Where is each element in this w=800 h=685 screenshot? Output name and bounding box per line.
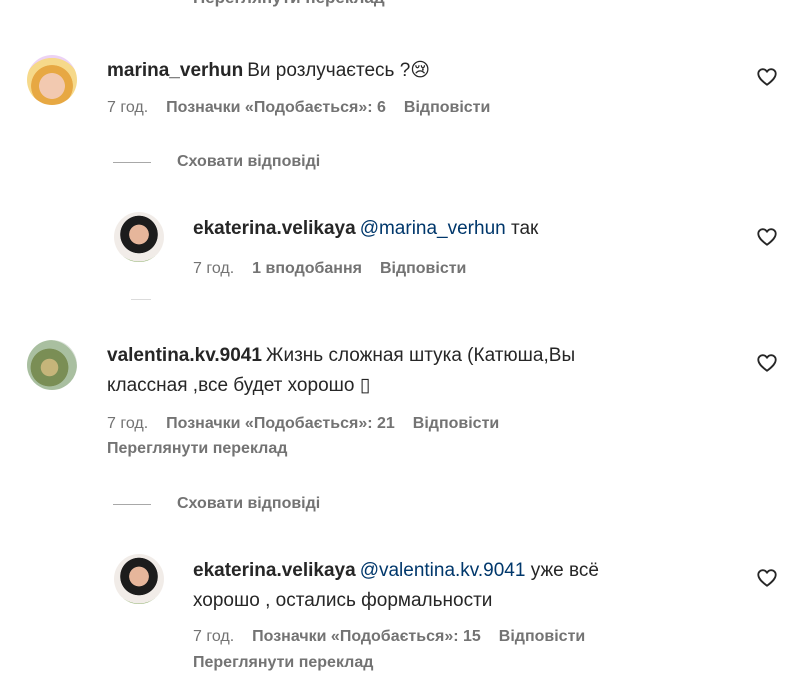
reply-meta: 7 год. Позначки «Подобається»: 15 Відпов… [193, 628, 585, 646]
comment-meta: 7 год. Позначки «Подобається»: 21 Відпов… [107, 415, 499, 433]
likes-count[interactable]: Позначки «Подобається»: 21 [166, 415, 395, 433]
avatar[interactable] [114, 212, 164, 262]
comment-text: Ви розлучаєтесь ?😢 [247, 60, 431, 81]
heart-outline-icon[interactable] [756, 352, 778, 374]
divider-line [113, 161, 151, 163]
reply-text-line2: хорошо , остались формальности [193, 590, 493, 611]
hide-replies-label: Сховати відповіді [177, 153, 321, 170]
reply-button[interactable]: Відповісти [380, 260, 466, 278]
avatar[interactable] [27, 55, 77, 105]
likes-count[interactable]: 1 вподобання [252, 260, 362, 278]
comment-text-line2: классная ,все будет хорошо [107, 375, 360, 396]
hide-replies-toggle[interactable]: Сховати відповіді [113, 153, 320, 171]
reply-body: ekaterina.velikaya @marina_verhun так [193, 214, 538, 244]
reply-time[interactable]: 7 год. [193, 628, 234, 646]
reply-mention[interactable]: @valentina.kv.9041 [360, 560, 526, 581]
reply-text-line1: уже всё [525, 560, 599, 581]
reply-body: ekaterina.velikaya @valentina.kv.9041 уже… [193, 556, 713, 616]
hide-replies-label: Сховати відповіді [177, 495, 321, 512]
likes-count[interactable]: Позначки «Подобається»: 6 [166, 99, 386, 117]
likes-count[interactable]: Позначки «Подобається»: 15 [252, 628, 481, 646]
reply-time[interactable]: 7 год. [193, 260, 234, 278]
comment-body: valentina.kv.9041 Жизнь сложная штука (Ка… [107, 341, 727, 401]
see-translation-link[interactable]: Переглянути переклад [107, 440, 287, 458]
reply-text: так [505, 218, 539, 239]
heart-outline-icon[interactable] [756, 66, 778, 88]
comment-meta: 7 год. Позначки «Подобається»: 6 Відпові… [107, 99, 490, 117]
reply-username[interactable]: ekaterina.velikaya [193, 218, 356, 239]
reply-username[interactable]: ekaterina.velikaya [193, 560, 356, 581]
missing-glyph: ▯ [359, 375, 371, 396]
see-translation-link[interactable]: Переглянути переклад [193, 654, 373, 672]
heart-outline-icon[interactable] [756, 226, 778, 248]
comment-username[interactable]: marina_verhun [107, 60, 243, 81]
comment-text-line1: Жизнь сложная штука (Катюша,Вы [265, 345, 576, 366]
hide-replies-toggle[interactable]: Сховати відповіді [113, 495, 320, 513]
reply-meta: 7 год. 1 вподобання Відповісти [193, 260, 466, 278]
thread-stub-line [131, 299, 151, 300]
heart-outline-icon[interactable] [756, 567, 778, 589]
divider-line [113, 503, 151, 505]
comment-body: marina_verhun Ви розлучаєтесь ?😢 [107, 56, 430, 86]
avatar[interactable] [114, 554, 164, 604]
reply-mention[interactable]: @marina_verhun [360, 218, 506, 239]
see-translation-link[interactable]: Переглянути переклад [193, 0, 385, 8]
reply-button[interactable]: Відповісти [413, 415, 499, 433]
reply-button[interactable]: Відповісти [499, 628, 585, 646]
reply-button[interactable]: Відповісти [404, 99, 490, 117]
avatar[interactable] [27, 340, 77, 390]
comment-time[interactable]: 7 год. [107, 99, 148, 117]
comment-time[interactable]: 7 год. [107, 415, 148, 433]
comment-username[interactable]: valentina.kv.9041 [107, 345, 262, 366]
